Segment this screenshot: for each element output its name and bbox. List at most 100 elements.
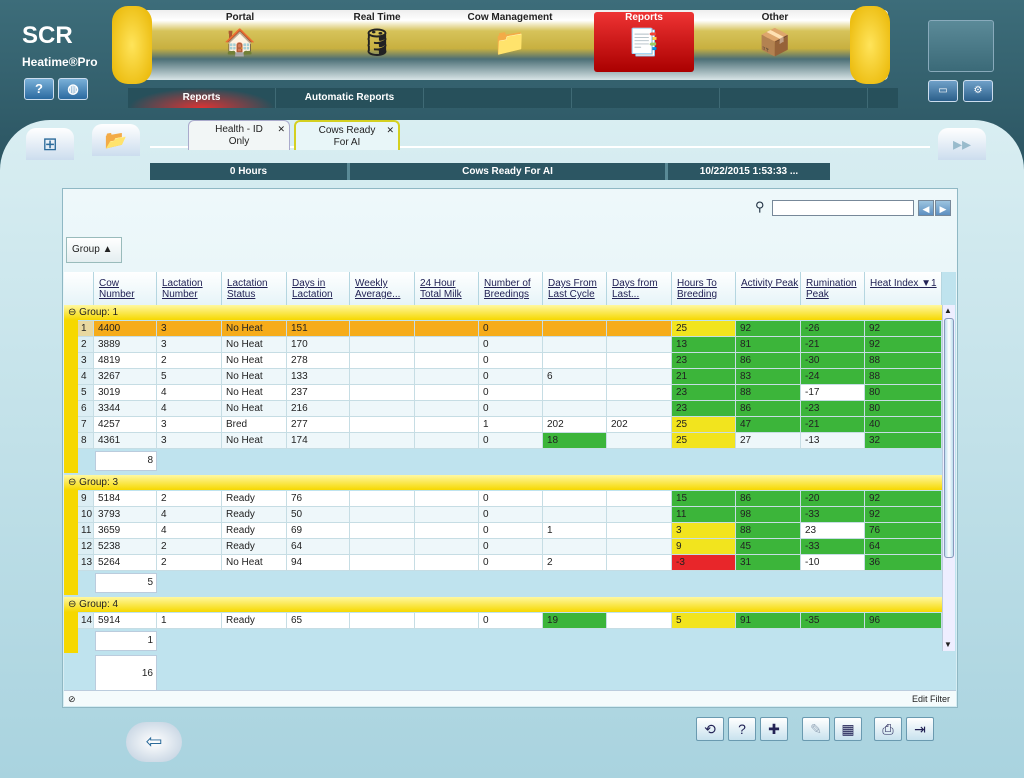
globe-button[interactable]: ◍: [58, 78, 88, 100]
table-cell: 0: [479, 507, 543, 523]
table-row[interactable]: 2 3889 3 No Heat 170 0 13 81 -21 92: [78, 337, 942, 353]
table-cell: Ready: [222, 523, 287, 539]
add-favorite-button[interactable]: ✚: [760, 717, 788, 741]
total-count: 16: [95, 655, 157, 690]
next-button[interactable]: ▶: [935, 200, 951, 216]
nav-reports[interactable]: Reports 📑: [594, 12, 694, 72]
column-header[interactable]: Activity Peak: [736, 272, 801, 305]
subnav-reports[interactable]: Reports: [128, 88, 276, 108]
table-row[interactable]: 9 5184 2 Ready 76 0 15 86 -20 92: [78, 491, 942, 507]
column-header[interactable]: Lactation Status: [222, 272, 287, 305]
nav-label: Cow Management: [467, 12, 553, 23]
settings-gear-button[interactable]: ⚙: [963, 80, 993, 102]
nav-other[interactable]: Other 📦: [725, 12, 825, 72]
table-cell: 19: [543, 613, 607, 629]
table-cell: 27: [736, 433, 801, 449]
column-header[interactable]: Weekly Average...: [350, 272, 415, 305]
table-cell: 1: [479, 417, 543, 433]
nav-real-time[interactable]: Real Time 🛢: [327, 12, 427, 72]
table-cell: -23: [801, 401, 865, 417]
table-cell: 86: [736, 491, 801, 507]
table-cell: 86: [736, 353, 801, 369]
exit-button[interactable]: ⇦: [126, 722, 182, 762]
edit-filter-link[interactable]: Edit Filter: [912, 691, 950, 707]
table-row[interactable]: 5 3019 4 No Heat 237 0 23 88 -17 80: [78, 385, 942, 401]
table-cell: No Heat: [222, 401, 287, 417]
period-label: 0 Hours: [150, 163, 350, 180]
scrollbar-thumb[interactable]: [944, 318, 954, 558]
column-header[interactable]: Lactation Number: [157, 272, 222, 305]
user-status-button[interactable]: [928, 20, 994, 72]
nav-cow-management[interactable]: Cow Management 📁: [460, 12, 560, 72]
column-header[interactable]: 24 Hour Total Milk: [415, 272, 479, 305]
table-row[interactable]: 13 5264 2 No Heat 94 0 2 -3 31 -10 36: [78, 555, 942, 571]
help-button[interactable]: ?: [728, 717, 756, 741]
group-header[interactable]: ⊖ Group: 4: [64, 597, 942, 612]
open-folder-icon[interactable]: 📂: [92, 124, 140, 156]
table-cell: 32: [865, 433, 942, 449]
column-header[interactable]: Days From Last Cycle: [543, 272, 607, 305]
table-row[interactable]: 7 4257 3 Bred 277 1 202 202 25 47 -21 40: [78, 417, 942, 433]
sub-navigation: Reports Automatic Reports: [128, 88, 898, 108]
column-header[interactable]: Hours To Breeding: [672, 272, 736, 305]
table-cell: 0: [479, 337, 543, 353]
subnav-empty: [572, 88, 720, 108]
tube-cap-right: [850, 6, 890, 84]
column-header[interactable]: Heat Index ▼1: [865, 272, 942, 305]
filter-check-icon[interactable]: ⊘: [64, 694, 76, 704]
column-header[interactable]: Days from Last...: [607, 272, 672, 305]
group-header[interactable]: ⊖ Group: 3: [64, 475, 942, 490]
column-header[interactable]: Rumination Peak: [801, 272, 865, 305]
table-cell: [415, 337, 479, 353]
export-button[interactable]: ⇥: [906, 717, 934, 741]
column-header[interactable]: Number of Breedings: [479, 272, 543, 305]
table-row[interactable]: 6 3344 4 No Heat 216 0 23 86 -23 80: [78, 401, 942, 417]
scroll-up-icon[interactable]: ▲: [944, 306, 952, 315]
row-number: 8: [78, 433, 94, 449]
table-row[interactable]: 8 4361 3 No Heat 174 0 18 25 27 -13 32: [78, 433, 942, 449]
table-cell: [415, 555, 479, 571]
edit-button[interactable]: ✎: [802, 717, 830, 741]
refresh-button[interactable]: ⟲: [696, 717, 724, 741]
subnav-automatic-reports[interactable]: Automatic Reports: [276, 88, 424, 108]
table-cell: 23: [672, 385, 736, 401]
table-cell: 2: [157, 491, 222, 507]
nav-label: Real Time: [353, 12, 401, 23]
column-header[interactable]: Days in Lactation: [287, 272, 350, 305]
search-input[interactable]: [772, 200, 914, 216]
collapse-icon[interactable]: ⊖: [68, 307, 76, 318]
collapse-icon[interactable]: ⊖: [68, 599, 76, 610]
table-cell: 25: [672, 433, 736, 449]
table-row[interactable]: 12 5238 2 Ready 64 0 9 45 -33 64: [78, 539, 942, 555]
table-row[interactable]: 14 5914 1 Ready 65 0 19 5 91 -35 96: [78, 613, 942, 629]
table-row[interactable]: 3 4819 2 No Heat 278 0 23 86 -30 88: [78, 353, 942, 369]
table-row[interactable]: 1 4400 3 No Heat 151 0 25 92 -26 92: [78, 321, 942, 337]
report-datetime: 10/22/2015 1:53:33 ...: [699, 166, 799, 177]
fast-forward-icon[interactable]: ▸▸: [938, 128, 986, 160]
collapse-icon[interactable]: ⊖: [68, 477, 76, 488]
table-cell: 3793: [94, 507, 157, 523]
close-icon[interactable]: ✕: [386, 124, 394, 136]
help-button[interactable]: ?: [24, 78, 54, 100]
row-number: 4: [78, 369, 94, 385]
tab-health-id-only[interactable]: Health - ID Only ✕: [188, 120, 290, 150]
monitor-button[interactable]: ▭: [928, 80, 958, 102]
group-header[interactable]: ⊖ Group: 1: [64, 305, 942, 320]
table-row[interactable]: 4 3267 5 No Heat 133 0 6 21 83 -24 88: [78, 369, 942, 385]
prev-button[interactable]: ◀: [918, 200, 934, 216]
column-header[interactable]: Cow Number: [94, 272, 157, 305]
close-icon[interactable]: ✕: [277, 123, 285, 135]
print-button[interactable]: ⎙: [874, 717, 902, 741]
tree-view-icon[interactable]: ⊞: [26, 128, 74, 160]
calendar-button[interactable]: ▦: [834, 717, 862, 741]
group-count: 1: [95, 631, 157, 651]
table-cell: 64: [865, 539, 942, 555]
scroll-down-icon[interactable]: ▼: [944, 640, 952, 649]
nav-portal[interactable]: Portal 🏠: [190, 12, 290, 72]
group-by-chip[interactable]: Group ▲: [66, 237, 122, 263]
table-row[interactable]: 10 3793 4 Ready 50 0 11 98 -33 92: [78, 507, 942, 523]
table-row[interactable]: 11 3659 4 Ready 69 0 1 3 88 23 76: [78, 523, 942, 539]
table-cell: 277: [287, 417, 350, 433]
row-number: 6: [78, 401, 94, 417]
tab-cows-ready-for-ai[interactable]: Cows Ready For AI ✕: [294, 120, 400, 150]
